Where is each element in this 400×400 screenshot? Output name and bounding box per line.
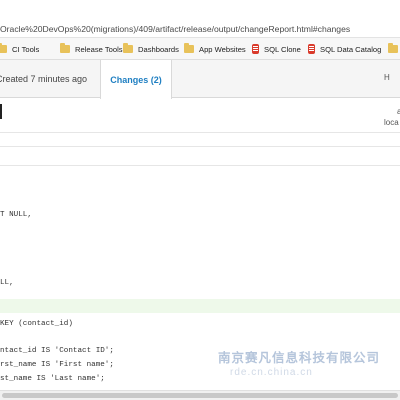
bookmark-sql-clone[interactable]: SQL Clone — [252, 42, 301, 56]
bookmark-label: SQL Clone — [264, 44, 301, 54]
bookmark-folder[interactable] — [388, 42, 400, 56]
report-tab-bar: Created 7 minutes ago Changes (2) H — [0, 60, 400, 99]
folder-icon — [388, 43, 398, 53]
added-line-highlight — [0, 299, 400, 313]
folder-icon — [184, 43, 194, 53]
bookmark-label: CI Tools — [12, 44, 40, 54]
bookmark-dashboards[interactable]: Dashboards — [123, 42, 179, 56]
bookmark-app-websites[interactable]: App Websites — [184, 42, 246, 56]
bookmarks-bar: CI Tools Release Tools Dashboards App We… — [0, 38, 400, 60]
database-icon — [252, 44, 259, 54]
tab-created-label: Created 7 minutes ago — [0, 74, 88, 84]
address-bar[interactable]: Oracle%20DevOps%20(migrations)/409/artif… — [0, 0, 400, 38]
bookmark-ci-tools[interactable]: CI Tools — [0, 42, 39, 56]
info-line-1: a — [397, 107, 400, 116]
url-text[interactable]: Oracle%20DevOps%20(migrations)/409/artif… — [0, 24, 350, 34]
tab-changes[interactable]: Changes (2) — [100, 60, 172, 99]
code-line: rst_name IS 'First name'; — [0, 361, 114, 369]
bookmark-label: Dashboards — [138, 44, 179, 54]
folder-icon — [0, 43, 7, 53]
bookmark-label: Release Tools — [75, 44, 123, 54]
scrollbar-thumb[interactable] — [2, 393, 398, 398]
code-line: KEY (contact_id) — [0, 320, 73, 328]
info-line-2: loca — [384, 118, 399, 127]
folder-icon — [123, 43, 133, 53]
code-line: ntact_id IS 'Contact ID'; — [0, 347, 114, 355]
divider — [0, 146, 400, 147]
code-line: st_name IS 'Last name'; — [0, 375, 105, 383]
folder-icon — [60, 43, 70, 53]
watermark-text: 南京赛凡信息科技有限公司 — [218, 351, 381, 365]
change-info: a loca — [384, 106, 400, 128]
bookmark-label: App Websites — [199, 44, 246, 54]
tab-changes-label: Changes (2) — [110, 74, 162, 85]
horizontal-scrollbar[interactable] — [0, 390, 400, 400]
divider — [0, 165, 400, 166]
text-cursor — [0, 104, 2, 119]
tab-created[interactable]: Created 7 minutes ago — [0, 60, 100, 98]
tab-right-label[interactable]: H — [384, 73, 390, 82]
bookmark-sql-data-catalog[interactable]: SQL Data Catalog — [308, 42, 381, 56]
code-line: LL, — [0, 279, 14, 287]
watermark-url: rde.cn.china.cn — [230, 367, 313, 378]
divider — [0, 132, 400, 133]
bookmark-label: SQL Data Catalog — [320, 44, 382, 54]
bookmark-release-tools[interactable]: Release Tools — [60, 42, 123, 56]
database-icon — [308, 44, 315, 54]
code-line: T NULL, — [0, 211, 32, 219]
